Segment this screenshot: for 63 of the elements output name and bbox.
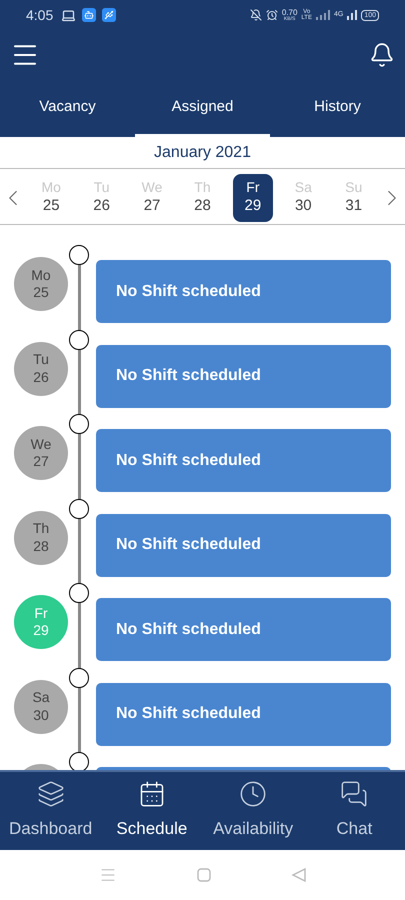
bell-off-icon bbox=[250, 9, 262, 21]
day-label: Th bbox=[32, 520, 50, 538]
shift-card[interactable]: No Shift scheduled bbox=[96, 598, 391, 661]
shift-status: No Shift scheduled bbox=[116, 450, 261, 470]
date-label: 26 bbox=[33, 368, 49, 386]
day-label: We bbox=[30, 436, 52, 453]
shift-card[interactable]: No Shift scheduled bbox=[96, 260, 391, 323]
date-label: 26 bbox=[93, 196, 110, 216]
shift-status: No Shift scheduled bbox=[116, 704, 261, 724]
day-label: Mo bbox=[31, 266, 51, 284]
usb-icon bbox=[102, 8, 116, 22]
timeline-node-icon bbox=[69, 752, 89, 770]
month-title: January 2021 bbox=[154, 142, 251, 162]
date-label: 28 bbox=[33, 538, 49, 555]
shift-status: No Shift scheduled bbox=[116, 535, 261, 555]
date-label: 27 bbox=[144, 196, 160, 216]
date-label: 30 bbox=[33, 706, 49, 724]
weekday-label: Fr bbox=[246, 179, 260, 197]
tab[interactable]: Assigned bbox=[135, 80, 270, 137]
tab[interactable]: History bbox=[270, 80, 405, 137]
back-icon[interactable] bbox=[290, 867, 306, 883]
nav-item[interactable]: Availability bbox=[202, 772, 304, 850]
tab[interactable]: Vacancy bbox=[0, 80, 135, 137]
signal-icon bbox=[316, 10, 330, 20]
shift-card[interactable]: No Shift scheduled bbox=[96, 429, 391, 492]
nav-item[interactable]: Chat bbox=[304, 772, 405, 850]
date-label: 31 bbox=[345, 196, 362, 216]
timeline-node-icon bbox=[69, 330, 89, 350]
timeline-node-icon bbox=[69, 583, 89, 603]
shift-card[interactable]: No Shift scheduled bbox=[96, 514, 391, 576]
home-icon[interactable] bbox=[196, 868, 210, 882]
day-label: Sa bbox=[32, 689, 50, 706]
layers-icon bbox=[36, 780, 65, 808]
shift-card[interactable]: No Shift scheduled bbox=[96, 682, 391, 746]
day-label: Tu bbox=[33, 351, 49, 368]
signal-icon bbox=[347, 10, 358, 20]
speed-value: 0.70 bbox=[282, 8, 298, 16]
date-label: 25 bbox=[42, 196, 60, 216]
status-time: 4:05 bbox=[26, 6, 54, 24]
notification-button[interactable] bbox=[369, 42, 395, 68]
day-label: Fr bbox=[34, 604, 48, 622]
shift-status: No Shift scheduled bbox=[116, 282, 261, 302]
nav-item[interactable]: Schedule bbox=[101, 772, 202, 850]
timeline-node-icon bbox=[69, 498, 89, 518]
timeline-node-icon bbox=[69, 414, 89, 434]
alarm-icon bbox=[266, 9, 278, 21]
chat-bubbles-icon bbox=[340, 780, 368, 808]
date-chip[interactable]: Fr 29 bbox=[232, 174, 273, 222]
date-label: 30 bbox=[294, 196, 312, 216]
shift-status: No Shift scheduled bbox=[116, 620, 261, 640]
date-label: 29 bbox=[33, 622, 49, 640]
timeline-node-icon bbox=[69, 668, 89, 688]
date-label: 29 bbox=[244, 196, 262, 216]
timeline-node-icon bbox=[69, 245, 89, 265]
shift-card[interactable]: No Shift scheduled bbox=[96, 344, 391, 408]
date-label: 25 bbox=[33, 284, 49, 302]
nav-item[interactable]: Dashboard bbox=[0, 772, 102, 850]
date-label: 27 bbox=[33, 453, 49, 470]
laptop-icon bbox=[61, 8, 76, 22]
clock-icon bbox=[239, 780, 268, 808]
android-icon bbox=[82, 8, 96, 22]
shift-status: No Shift scheduled bbox=[116, 366, 261, 386]
date-label: 28 bbox=[194, 196, 211, 216]
